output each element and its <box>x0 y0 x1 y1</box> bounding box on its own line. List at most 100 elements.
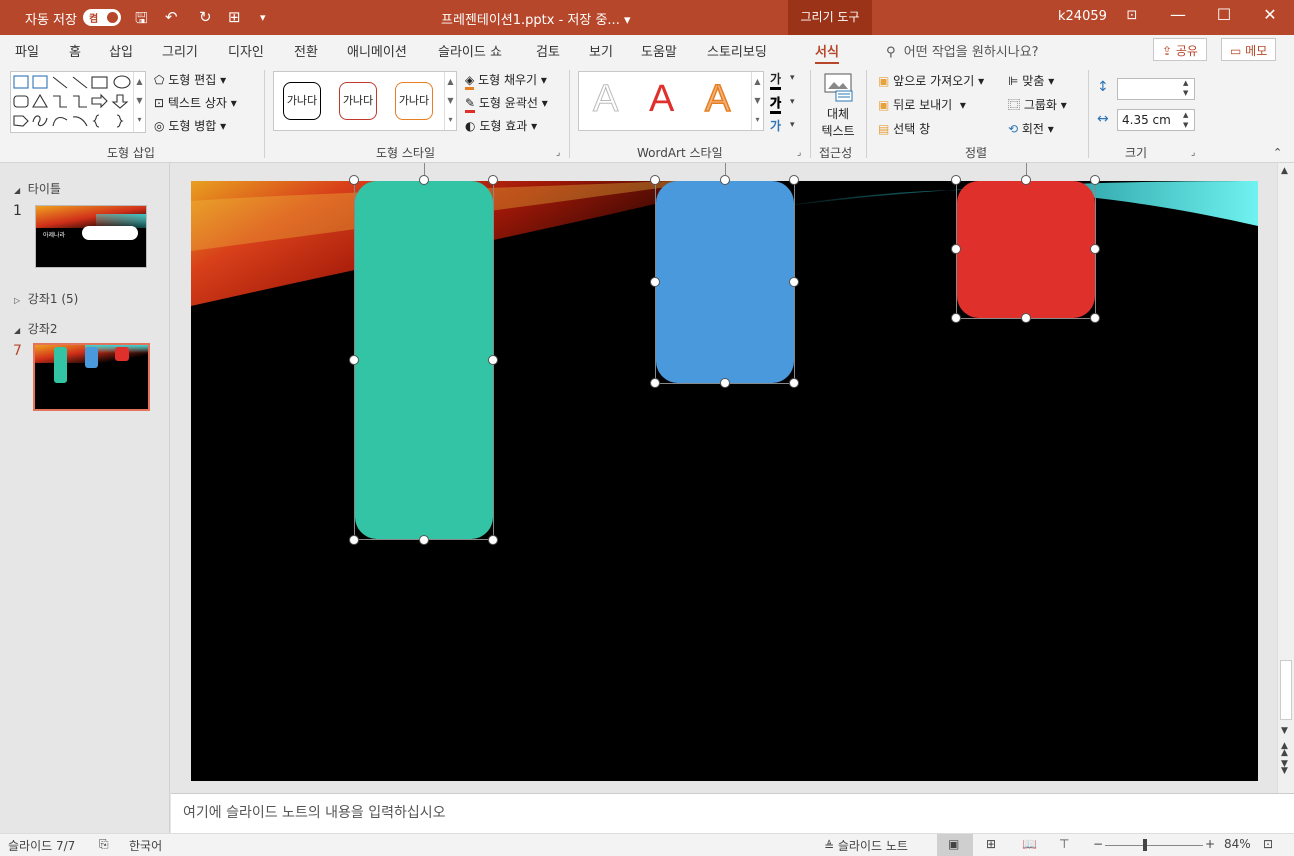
text-fill-dropdown-icon[interactable]: ▾ <box>790 73 795 83</box>
width-spinner-icon[interactable]: ▲ ▼ <box>1183 110 1188 130</box>
section-title[interactable]: ◢ 타이틀 <box>14 180 61 197</box>
send-backward-button[interactable]: ▣ 뒤로 보내기 ▾ <box>878 96 966 113</box>
resize-handle[interactable] <box>488 535 498 545</box>
tab-design[interactable]: 디자인 <box>228 41 264 60</box>
resize-handle[interactable] <box>349 535 359 545</box>
slide-thumbnail-1[interactable]: 아제나라 <box>35 205 147 268</box>
undo-icon[interactable]: ↶ <box>165 8 178 26</box>
wordart-preset-1[interactable]: A <box>592 78 618 121</box>
resize-handle[interactable] <box>488 355 498 365</box>
text-effects-button[interactable]: 가 <box>770 117 781 134</box>
text-box-button[interactable]: ⊡ 텍스트 상자 ▾ <box>154 94 237 111</box>
section-course2[interactable]: ◢ 강좌2 <box>14 320 58 337</box>
resize-handle[interactable] <box>488 175 498 185</box>
resize-handle[interactable] <box>1020 175 1031 185</box>
tab-storyboarding[interactable]: 스토리보딩 <box>707 41 767 60</box>
tell-me-search[interactable]: ⚲ 어떤 작업을 원하시나요? <box>886 41 1039 60</box>
redo-icon[interactable]: ↻ <box>199 8 212 26</box>
slide-sorter-icon[interactable]: ⊞ <box>986 837 996 851</box>
wordart-scroll[interactable]: ▲ ▼ ▾ <box>751 72 763 130</box>
tab-slideshow[interactable]: 슬라이드 쇼 <box>438 41 502 60</box>
language-indicator[interactable]: 한국어 <box>129 837 162 854</box>
tab-home[interactable]: 홈 <box>69 41 81 60</box>
tab-format[interactable]: 서식 <box>815 41 839 65</box>
align-button[interactable]: ⊫ 맞춤 ▾ <box>1008 72 1054 89</box>
wordart-preset-3[interactable]: A <box>704 77 731 121</box>
resize-handle[interactable] <box>418 535 429 545</box>
zoom-out-icon[interactable]: − <box>1093 837 1103 851</box>
alt-text-button[interactable]: 대체 텍스트 <box>818 72 858 139</box>
tab-draw[interactable]: 그리기 <box>162 41 198 60</box>
collapse-ribbon-icon[interactable]: ⌃ <box>1273 146 1282 159</box>
zoom-in-icon[interactable]: + <box>1205 837 1215 851</box>
ribbon-display-icon[interactable]: ⊡ <box>1117 8 1147 23</box>
comments-button[interactable]: ▭ 메모 <box>1221 38 1277 61</box>
resize-handle[interactable] <box>719 378 730 388</box>
minimize-icon[interactable]: — <box>1163 5 1193 24</box>
autosave-toggle[interactable]: 켬 <box>83 9 121 26</box>
shape-styles-gallery[interactable]: 가나다 가나다 가나다 ▲ ▼ ▾ <box>273 71 457 131</box>
resize-handle[interactable] <box>650 175 660 185</box>
resize-handle[interactable] <box>1020 313 1031 323</box>
shape-style-preset-3[interactable]: 가나다 <box>395 82 433 120</box>
next-slide-icon[interactable]: ▼ ▼ <box>1281 760 1288 776</box>
slide-canvas[interactable] <box>191 181 1258 781</box>
shape-fill-button[interactable]: ◈ 도형 채우기 ▾ <box>465 71 547 90</box>
scroll-up-icon[interactable]: ▲ <box>1281 166 1288 176</box>
dialog-launcher-icon[interactable]: ⌟ <box>556 148 560 158</box>
slideshow-icon[interactable]: ⊤ <box>1059 837 1069 851</box>
resize-handle[interactable] <box>951 313 961 323</box>
resize-handle[interactable] <box>719 175 730 185</box>
resize-handle[interactable] <box>650 276 660 287</box>
bring-forward-button[interactable]: ▣ 앞으로 가져오기 ▾ <box>878 72 984 89</box>
maximize-icon[interactable]: ☐ <box>1209 5 1239 24</box>
resize-handle[interactable] <box>789 378 799 388</box>
save-icon[interactable]: 🖫 <box>135 8 148 33</box>
edit-shape-button[interactable]: ⬠ 도형 편집 ▾ <box>154 71 226 88</box>
vertical-scrollbar[interactable]: ▲ ▼ ▲ ▲ ▼ ▼ <box>1277 163 1294 793</box>
section-course1[interactable]: ▷ 강좌1 (5) <box>14 290 78 307</box>
close-icon[interactable]: ✕ <box>1255 5 1285 24</box>
user-name[interactable]: k24059 <box>1058 9 1107 24</box>
notes-pane[interactable]: 여기에 슬라이드 노트의 내용을 입력하십시오 <box>171 793 1294 833</box>
wordart-gallery[interactable]: A A A ▲ ▼ ▾ <box>578 71 764 131</box>
shapes-gallery-scroll[interactable]: ▲ ▼ ▾ <box>133 72 145 132</box>
tab-insert[interactable]: 삽입 <box>109 41 133 60</box>
resize-handle[interactable] <box>789 276 799 287</box>
shape-outline-button[interactable]: ✎ 도형 윤곽선 ▾ <box>465 94 548 113</box>
resize-handle[interactable] <box>789 175 799 185</box>
tab-animations[interactable]: 애니메이션 <box>347 41 407 60</box>
zoom-slider-thumb[interactable] <box>1143 839 1147 851</box>
group-button[interactable]: ⿴ 그룹화 ▾ <box>1008 96 1067 113</box>
customize-qat-icon[interactable]: ▾ <box>260 11 266 24</box>
resize-handle[interactable] <box>1090 313 1100 323</box>
text-fill-button[interactable]: 가 <box>770 70 782 90</box>
dialog-launcher-icon[interactable]: ⌟ <box>797 148 801 158</box>
wordart-preset-2[interactable]: A <box>649 78 674 121</box>
tab-file[interactable]: 파일 <box>15 41 39 60</box>
text-outline-dropdown-icon[interactable]: ▾ <box>790 97 795 107</box>
shape-effects-button[interactable]: ◐ 도형 효과 ▾ <box>465 117 537 134</box>
rotate-button[interactable]: ⟲ 회전 ▾ <box>1008 120 1054 137</box>
scrollbar-thumb[interactable] <box>1280 660 1292 720</box>
zoom-slider[interactable] <box>1105 845 1203 846</box>
resize-handle[interactable] <box>1090 244 1100 254</box>
spellcheck-icon[interactable]: ⎘ <box>99 837 109 852</box>
dialog-launcher-icon[interactable]: ⌟ <box>1191 148 1195 158</box>
resize-handle[interactable] <box>951 244 961 254</box>
tab-view[interactable]: 보기 <box>589 41 613 60</box>
resize-handle[interactable] <box>349 355 359 365</box>
shape-style-preset-2[interactable]: 가나다 <box>339 82 377 120</box>
notes-toggle-button[interactable]: ≜ 슬라이드 노트 <box>824 837 908 854</box>
shapes-gallery[interactable]: ▲ ▼ ▾ <box>10 71 146 133</box>
selection-pane-button[interactable]: ▤ 선택 창 <box>878 120 930 137</box>
resize-handle[interactable] <box>951 175 961 185</box>
tab-review[interactable]: 검토 <box>536 41 560 60</box>
tab-transitions[interactable]: 전환 <box>294 41 318 60</box>
fit-to-window-icon[interactable]: ⊡ <box>1263 837 1273 851</box>
zoom-level[interactable]: 84% <box>1224 837 1251 851</box>
slide-thumbnail-7[interactable] <box>33 343 150 411</box>
tab-help[interactable]: 도움말 <box>641 41 677 60</box>
resize-handle[interactable] <box>418 175 429 185</box>
resize-handle[interactable] <box>650 378 660 388</box>
